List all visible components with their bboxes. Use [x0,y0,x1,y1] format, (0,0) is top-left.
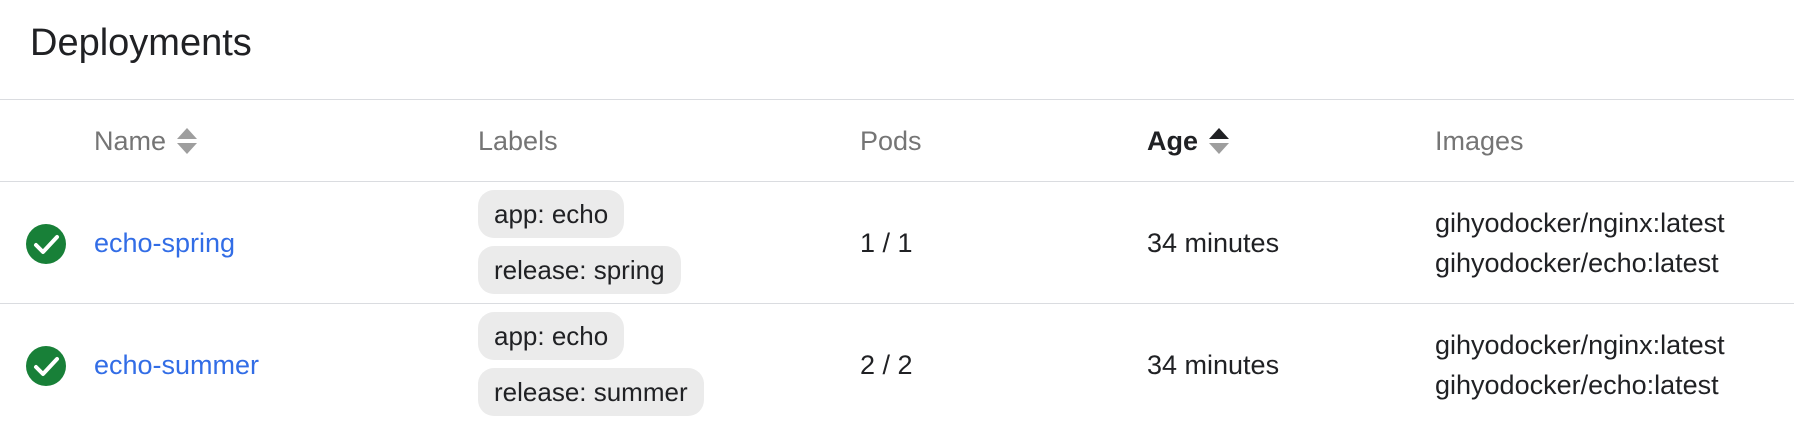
table-row: echo-spring app: echo release: spring 1 … [0,182,1794,304]
check-circle-icon [26,224,66,264]
labels-cell: app: echo release: spring [478,190,681,294]
image-name: gihyodocker/echo:latest [1435,370,1719,400]
column-header-pods-label: Pods [860,125,922,156]
table-row: echo-summer app: echo release: summer 2 … [0,304,1794,426]
card-header: Deployments [0,0,1794,100]
sort-ascending-icon[interactable] [1208,126,1230,156]
column-header-name[interactable]: Name [94,100,198,182]
column-header-age[interactable]: Age [1147,100,1230,182]
column-header-labels: Labels [478,100,558,182]
label-chip: app: echo [478,190,625,238]
pods-cell: 2 / 2 [860,349,913,380]
deployment-name-link[interactable]: echo-spring [94,182,235,304]
label-chip: release: summer [478,368,704,416]
images-cell: gihyodocker/nginx:latest gihyodocker/ech… [1435,304,1725,426]
column-header-labels-label: Labels [478,125,558,156]
label-chip: release: spring [478,246,681,294]
check-circle-icon [26,346,66,386]
table-body: echo-spring app: echo release: spring 1 … [0,182,1794,426]
column-header-pods: Pods [860,100,922,182]
deployment-name-link[interactable]: echo-summer [94,304,259,426]
labels-cell: app: echo release: summer [478,312,704,416]
column-header-age-label: Age [1147,125,1199,156]
sort-icon[interactable] [176,126,198,156]
pods-cell: 1 / 1 [860,227,913,258]
age-cell: 34 minutes [1147,349,1280,380]
table-header: Name Labels Pods Age Images [0,100,1794,182]
images-cell: gihyodocker/nginx:latest gihyodocker/ech… [1435,182,1725,304]
column-header-images: Images [1435,100,1524,182]
label-chip: app: echo [478,312,625,360]
image-name: gihyodocker/nginx:latest [1435,330,1725,360]
column-header-images-label: Images [1435,125,1524,156]
image-name: gihyodocker/echo:latest [1435,248,1719,278]
column-header-name-label: Name [94,125,167,156]
age-cell: 34 minutes [1147,227,1280,258]
page-title: Deployments [30,22,252,64]
image-name: gihyodocker/nginx:latest [1435,208,1725,238]
